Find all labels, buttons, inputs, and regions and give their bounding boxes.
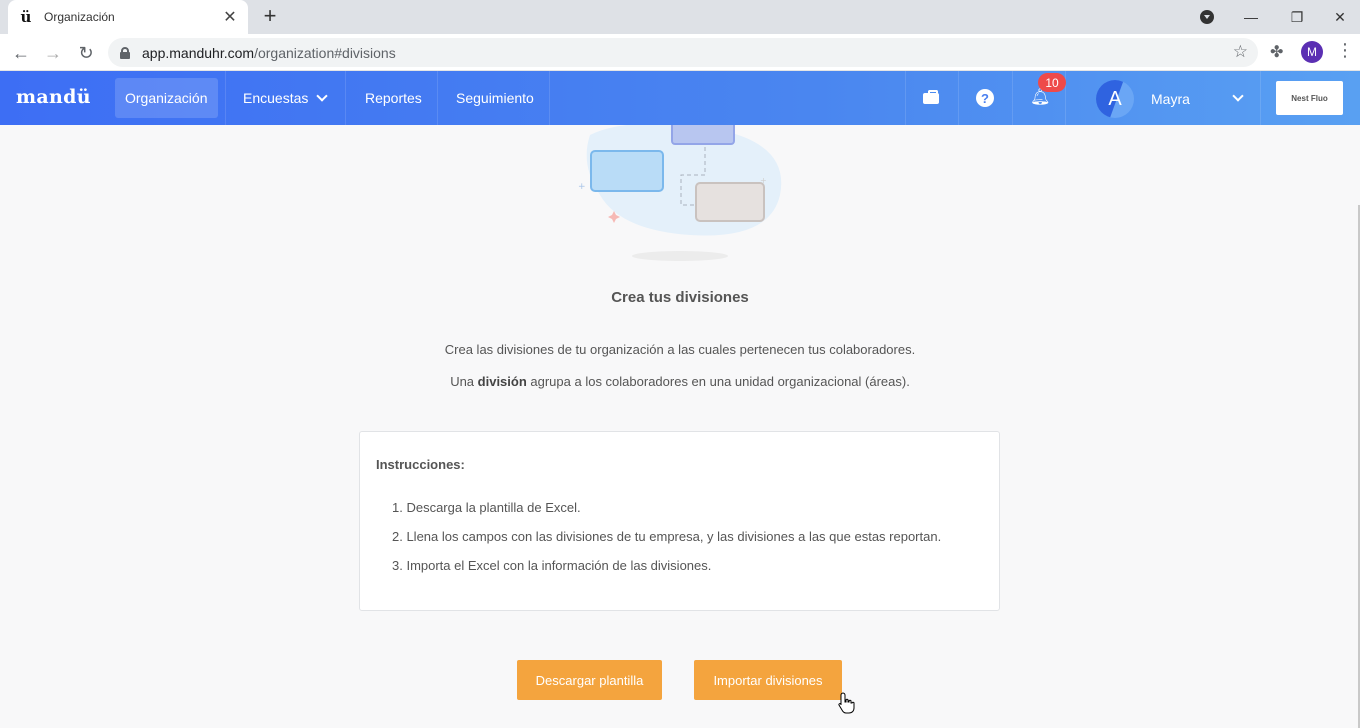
minimize-icon[interactable]: — [1228, 0, 1274, 34]
description-line-2: Una división agrupa a los colaboradores … [450, 374, 910, 389]
import-divisions-button[interactable]: Importar divisiones [694, 660, 842, 700]
reload-icon[interactable]: ↻ [75, 42, 97, 64]
divisions-illustration: + + [578, 125, 782, 261]
list-item: 3. Importa el Excel con la información d… [392, 558, 712, 573]
briefcase-icon[interactable] [923, 89, 941, 107]
nav-divider [1012, 71, 1013, 125]
nav-divider [437, 71, 438, 125]
browser-toolbar: ← → ↻ app.manduhr.com/organization#divis… [0, 34, 1360, 71]
new-tab-plus-icon[interactable]: + [259, 5, 281, 27]
nav-organizacion[interactable]: Organización [115, 78, 218, 118]
user-avatar[interactable]: A [1096, 80, 1134, 118]
instructions-list: 1. Descarga la plantilla de Excel. 2. Ll… [392, 500, 941, 587]
nav-divider [225, 71, 226, 125]
forward-arrow-icon[interactable]: → [42, 42, 64, 64]
brand-logo[interactable]: mandü [16, 86, 91, 108]
nav-divider [905, 71, 906, 125]
svg-text:+: + [760, 176, 767, 185]
help-icon[interactable]: ? [976, 89, 994, 107]
chevron-down-icon [316, 90, 329, 102]
nav-divider [345, 71, 346, 125]
instructions-title: Instrucciones: [376, 457, 465, 472]
browser-profile-avatar[interactable]: M [1301, 41, 1323, 63]
nav-seguimiento[interactable]: Seguimiento [446, 78, 544, 118]
user-name[interactable]: Mayra [1151, 91, 1190, 107]
back-arrow-icon[interactable]: ← [10, 42, 32, 64]
extensions-puzzle-icon[interactable]: ✤ [1270, 42, 1283, 62]
svg-text:+: + [578, 182, 586, 192]
bookmark-star-icon[interactable]: ☆ [1233, 42, 1248, 62]
restore-icon[interactable]: ❐ [1274, 0, 1320, 34]
notification-badge: 10 [1038, 73, 1066, 92]
mandu-favicon-icon: ü [20, 8, 32, 26]
window-close-icon[interactable]: ✕ [1320, 0, 1360, 34]
nav-encuestas[interactable]: Encuestas [233, 78, 336, 118]
nav-divider [549, 71, 550, 125]
list-item: 1. Descarga la plantilla de Excel. [392, 500, 581, 515]
nav-reportes[interactable]: Reportes [355, 78, 432, 118]
list-item: 2. Llena los campos con las divisiones d… [392, 529, 942, 544]
browser-tab[interactable]: ü Organización ✕ [8, 0, 248, 34]
hand-cursor-icon [838, 692, 855, 714]
tab-title: Organización [44, 10, 115, 24]
download-template-button[interactable]: Descargar plantilla [517, 660, 662, 700]
nav-divider [1260, 71, 1261, 125]
address-bar[interactable]: app.manduhr.com/organization#divisions ☆ [108, 38, 1258, 67]
company-logo: Nest Fluo [1276, 81, 1343, 115]
browser-menu-icon[interactable]: ⋮ [1336, 40, 1354, 61]
lock-icon[interactable] [120, 46, 130, 59]
description-line-1: Crea las divisiones de tu organización a… [444, 342, 916, 357]
url-text: app.manduhr.com/organization#divisions [142, 44, 396, 61]
instructions-card: Instrucciones: 1. Descarga la plantilla … [359, 431, 1000, 611]
page-heading: Crea tus divisiones [611, 289, 749, 306]
nav-divider [958, 71, 959, 125]
browser-tabstrip: ü Organización ✕ + — ❐ ✕ [0, 0, 1360, 34]
close-tab-icon[interactable]: ✕ [222, 7, 238, 27]
tab-search-icon[interactable] [1200, 10, 1214, 24]
